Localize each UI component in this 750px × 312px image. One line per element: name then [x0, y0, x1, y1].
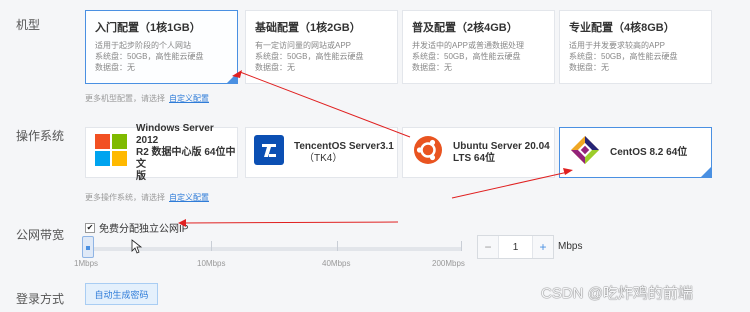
tencentos-icon	[254, 135, 284, 170]
os-card-tencentos[interactable]: TencentOS Server3.1 （TK4）	[245, 127, 398, 178]
os-hint: 更多操作系统，请选择 自定义配置	[85, 192, 209, 203]
config-system-disk: 系统盘：50GB，高性能云硬盘	[95, 52, 204, 61]
os-name-line1: TencentOS Server3.1	[294, 140, 394, 152]
annotation-line	[181, 221, 399, 224]
os-name-line1: CentOS 8.2 64位	[610, 146, 688, 158]
public-ip-checkbox-row[interactable]: ✔ 免费分配独立公网IP	[85, 220, 188, 235]
custom-os-link[interactable]: 自定义配置	[169, 193, 209, 202]
config-system-disk: 系统盘：50GB，高性能云硬盘	[255, 52, 364, 61]
login-label: 登录方式	[16, 292, 65, 306]
watermark: CSDN @吃炸鸡的前端	[541, 285, 693, 302]
os-card-ubuntu[interactable]: Ubuntu Server 20.04 LTS 64位	[402, 127, 555, 178]
os-name-line2: LTS 64位	[453, 152, 496, 164]
custom-config-link[interactable]: 自定义配置	[169, 94, 209, 103]
decrement-button[interactable]: −	[478, 236, 498, 258]
os-label: 操作系统	[16, 129, 65, 143]
bandwidth-label: 公网带宽	[16, 228, 65, 242]
config-card-starter[interactable]: 入门配置（1核1GB） 适用于起步阶段的个人网站 系统盘：50GB，高性能云硬盘…	[85, 10, 238, 84]
os-name-line1: Ubuntu Server 20.04	[453, 140, 550, 152]
bandwidth-value-input[interactable]: 1	[498, 236, 533, 258]
centos-icon	[570, 135, 600, 170]
config-data-disk: 数据盘：无	[95, 63, 135, 72]
config-title: 普及配置（2核4GB）	[412, 22, 518, 34]
bandwidth-slider-track[interactable]	[88, 247, 462, 251]
model-label: 机型	[16, 18, 41, 32]
config-desc: 适用于起步阶段的个人网站	[95, 41, 191, 50]
slider-tick	[337, 241, 338, 251]
scale-label: 10Mbps	[197, 259, 226, 268]
config-system-disk: 系统盘：50GB，高性能云硬盘	[412, 52, 521, 61]
os-hint-text: 更多操作系统，请选择	[85, 193, 165, 202]
config-desc: 适用于并发要求较高的APP	[569, 41, 666, 50]
config-desc: 有一定访问量的网站或APP	[255, 41, 352, 50]
os-name-line2: R2 数据中心版 64位中文	[136, 146, 236, 170]
config-desc: 并发适中的APP或普通数据处理	[412, 41, 525, 50]
selected-check-icon	[701, 167, 711, 177]
config-data-disk: 数据盘：无	[569, 63, 609, 72]
config-hint: 更多机型配置，请选择 自定义配置	[85, 93, 209, 104]
os-name-line1: Windows Server 2012	[136, 122, 214, 146]
checkbox-checked-icon[interactable]: ✔	[85, 222, 95, 233]
config-title: 专业配置（4核8GB）	[569, 22, 675, 34]
config-hint-text: 更多机型配置，请选择	[85, 94, 165, 103]
config-data-disk: 数据盘：无	[412, 63, 452, 72]
config-system-disk: 系统盘：50GB，高性能云硬盘	[569, 52, 678, 61]
increment-button[interactable]: +	[533, 236, 553, 258]
slider-tick	[211, 241, 212, 251]
scale-label: 1Mbps	[74, 259, 99, 268]
selected-check-icon	[227, 73, 237, 83]
auto-generate-password-button[interactable]: 自动生成密码	[85, 283, 158, 305]
config-title: 基础配置（1核2GB）	[255, 22, 361, 34]
config-data-disk: 数据盘：无	[255, 63, 295, 72]
scale-label: 200Mbps	[432, 259, 465, 268]
config-title: 入门配置（1核1GB）	[95, 22, 201, 34]
bandwidth-slider-handle[interactable]	[82, 236, 94, 258]
slider-tick	[461, 241, 462, 251]
os-name-line2: （TK4）	[304, 152, 343, 164]
os-card-centos[interactable]: CentOS 8.2 64位	[559, 127, 712, 178]
config-card-popular[interactable]: 普及配置（2核4GB） 并发适中的APP或普通数据处理 系统盘：50GB，高性能…	[402, 10, 555, 84]
os-name-line3: 版	[136, 170, 146, 182]
config-card-basic[interactable]: 基础配置（1核2GB） 有一定访问量的网站或APP 系统盘：50GB，高性能云硬…	[245, 10, 398, 84]
bandwidth-stepper: − 1 +	[477, 235, 554, 259]
os-card-windows[interactable]: Windows Server 2012 R2 数据中心版 64位中文 版	[85, 123, 238, 182]
bandwidth-unit: Mbps	[558, 241, 583, 252]
ubuntu-icon	[413, 135, 443, 170]
public-ip-checkbox-label: 免费分配独立公网IP	[99, 224, 189, 235]
config-card-pro[interactable]: 专业配置（4核8GB） 适用于并发要求较高的APP 系统盘：50GB，高性能云硬…	[559, 10, 712, 84]
windows-icon	[94, 133, 128, 172]
scale-label: 40Mbps	[322, 259, 351, 268]
